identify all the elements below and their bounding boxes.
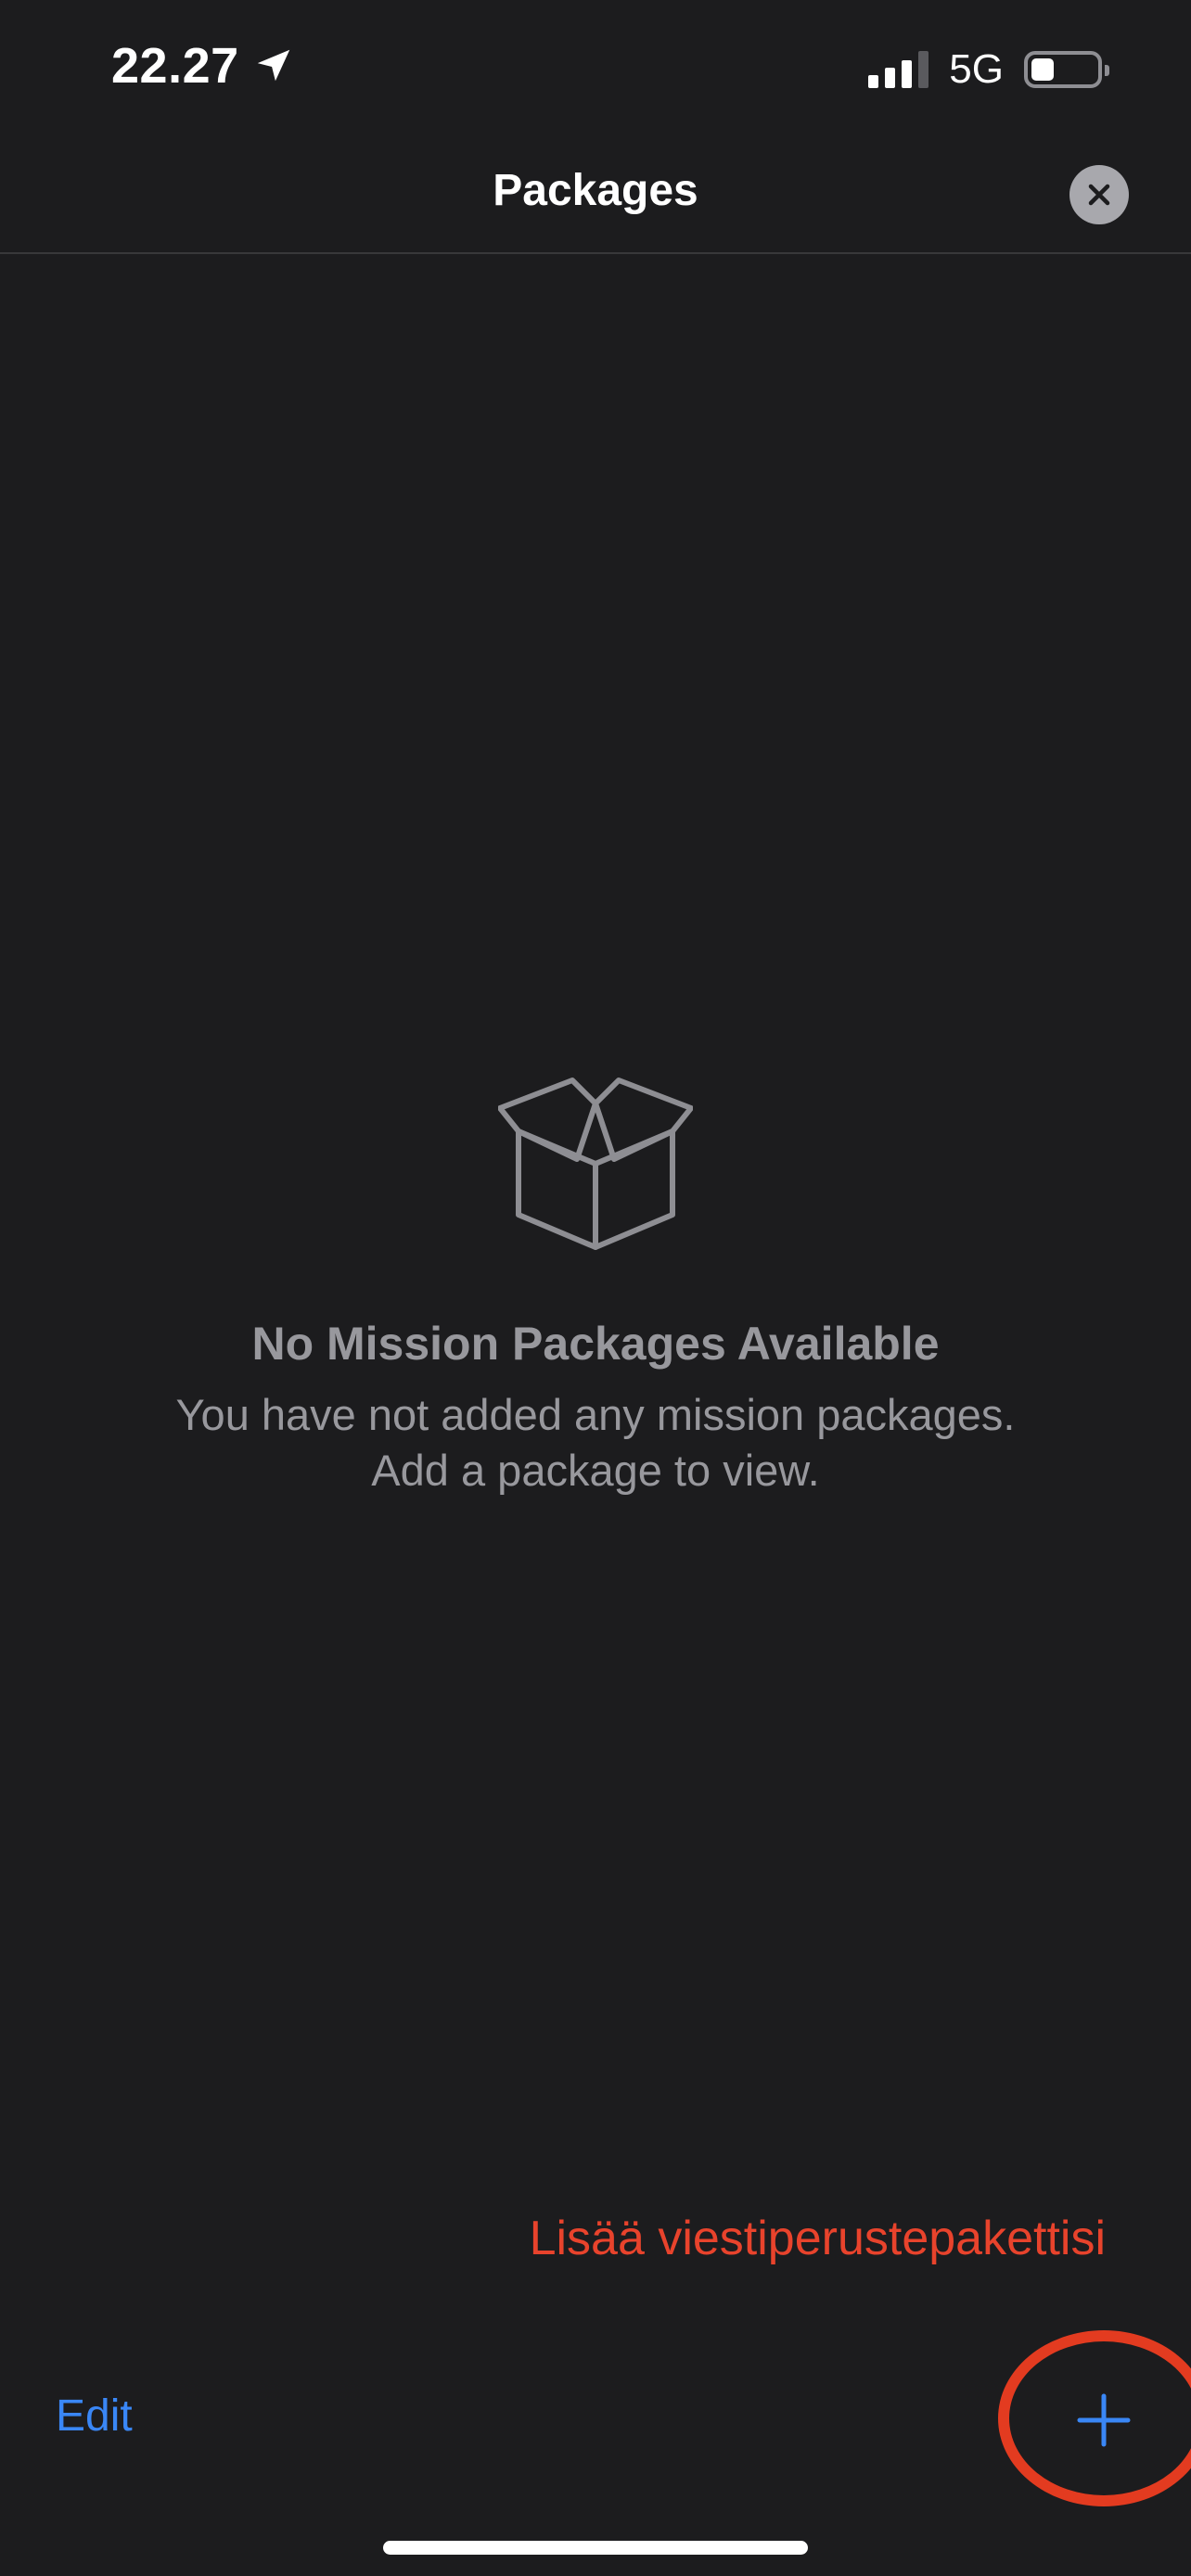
- empty-state-title: No Mission Packages Available: [251, 1318, 940, 1370]
- navigation-bar: Packages: [0, 139, 1191, 254]
- close-icon: [1088, 184, 1110, 206]
- status-time: 22.27: [111, 37, 295, 95]
- battery-level: [1031, 58, 1054, 81]
- package-box-icon: [498, 1078, 693, 1250]
- status-time-label: 22.27: [111, 38, 239, 94]
- signal-bars-icon: [868, 51, 929, 88]
- home-indicator[interactable]: [383, 2541, 808, 2555]
- page-title: Packages: [493, 166, 698, 215]
- empty-state-message-line2: Add a package to view.: [371, 1446, 820, 1495]
- battery-icon: [1024, 51, 1109, 88]
- empty-state-message-line1: You have not added any mission packages.: [175, 1390, 1016, 1439]
- location-arrow-icon: [257, 49, 289, 82]
- add-package-button[interactable]: [1076, 2392, 1132, 2448]
- empty-state: No Mission Packages Available You have n…: [0, 1076, 1191, 1498]
- status-bar: 22.27 5G: [0, 0, 1191, 139]
- close-button[interactable]: [1069, 165, 1129, 224]
- plus-icon: [1077, 2393, 1131, 2447]
- network-type: 5G: [949, 46, 1004, 92]
- annotation-text: Lisää viestiperustepakettisi: [529, 2212, 1106, 2265]
- status-indicators: 5G: [868, 46, 1109, 93]
- edit-button[interactable]: Edit: [56, 2391, 133, 2442]
